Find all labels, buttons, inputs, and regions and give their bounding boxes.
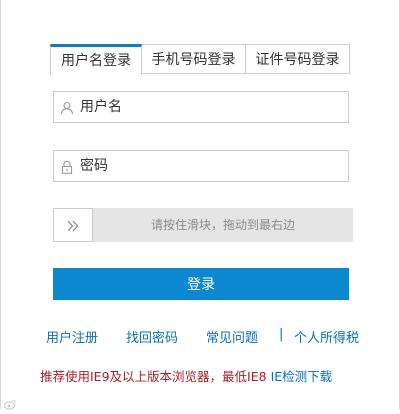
- ie-check-download-link[interactable]: IE检测下载: [271, 369, 333, 384]
- slider-handle[interactable]: [53, 208, 93, 242]
- double-chevron-right-icon: [67, 220, 79, 232]
- link-separator: |: [279, 327, 284, 342]
- weibo-icon: [4, 399, 16, 410]
- slide-verification[interactable]: 请按住滑块，拖动到最右边: [53, 208, 353, 242]
- watermark: [4, 395, 16, 410]
- browser-notice-text: 推荐使用IE9及以上版本浏览器，最低IE8: [40, 369, 267, 384]
- recover-password-link[interactable]: 找回密码: [126, 327, 178, 346]
- username-input[interactable]: [80, 92, 342, 122]
- slider-hint: 请按住滑块，拖动到最右边: [150, 218, 295, 232]
- lock-icon: [60, 159, 74, 174]
- faq-link[interactable]: 常见问题: [206, 327, 258, 346]
- user-icon: [60, 100, 74, 115]
- register-link[interactable]: 用户注册: [46, 327, 98, 346]
- income-tax-link[interactable]: 个人所得税: [294, 327, 359, 346]
- browser-notice: 推荐使用IE9及以上版本浏览器，最低IE8 IE检测下载: [40, 366, 380, 384]
- tab-username-login[interactable]: 用户名登录: [50, 44, 142, 75]
- tab-phone-login[interactable]: 手机号码登录: [142, 44, 246, 74]
- password-input[interactable]: [80, 151, 342, 181]
- footer-links: 用户注册 找回密码 常见问题 | 个人所得税: [0, 327, 400, 346]
- login-button[interactable]: 登录: [53, 268, 349, 300]
- username-field: [53, 91, 349, 123]
- password-field: [53, 150, 349, 182]
- frame-left-border: [0, 0, 1, 409]
- login-tabs: 用户名登录 手机号码登录 证件号码登录: [50, 44, 350, 75]
- tab-id-login[interactable]: 证件号码登录: [246, 44, 350, 74]
